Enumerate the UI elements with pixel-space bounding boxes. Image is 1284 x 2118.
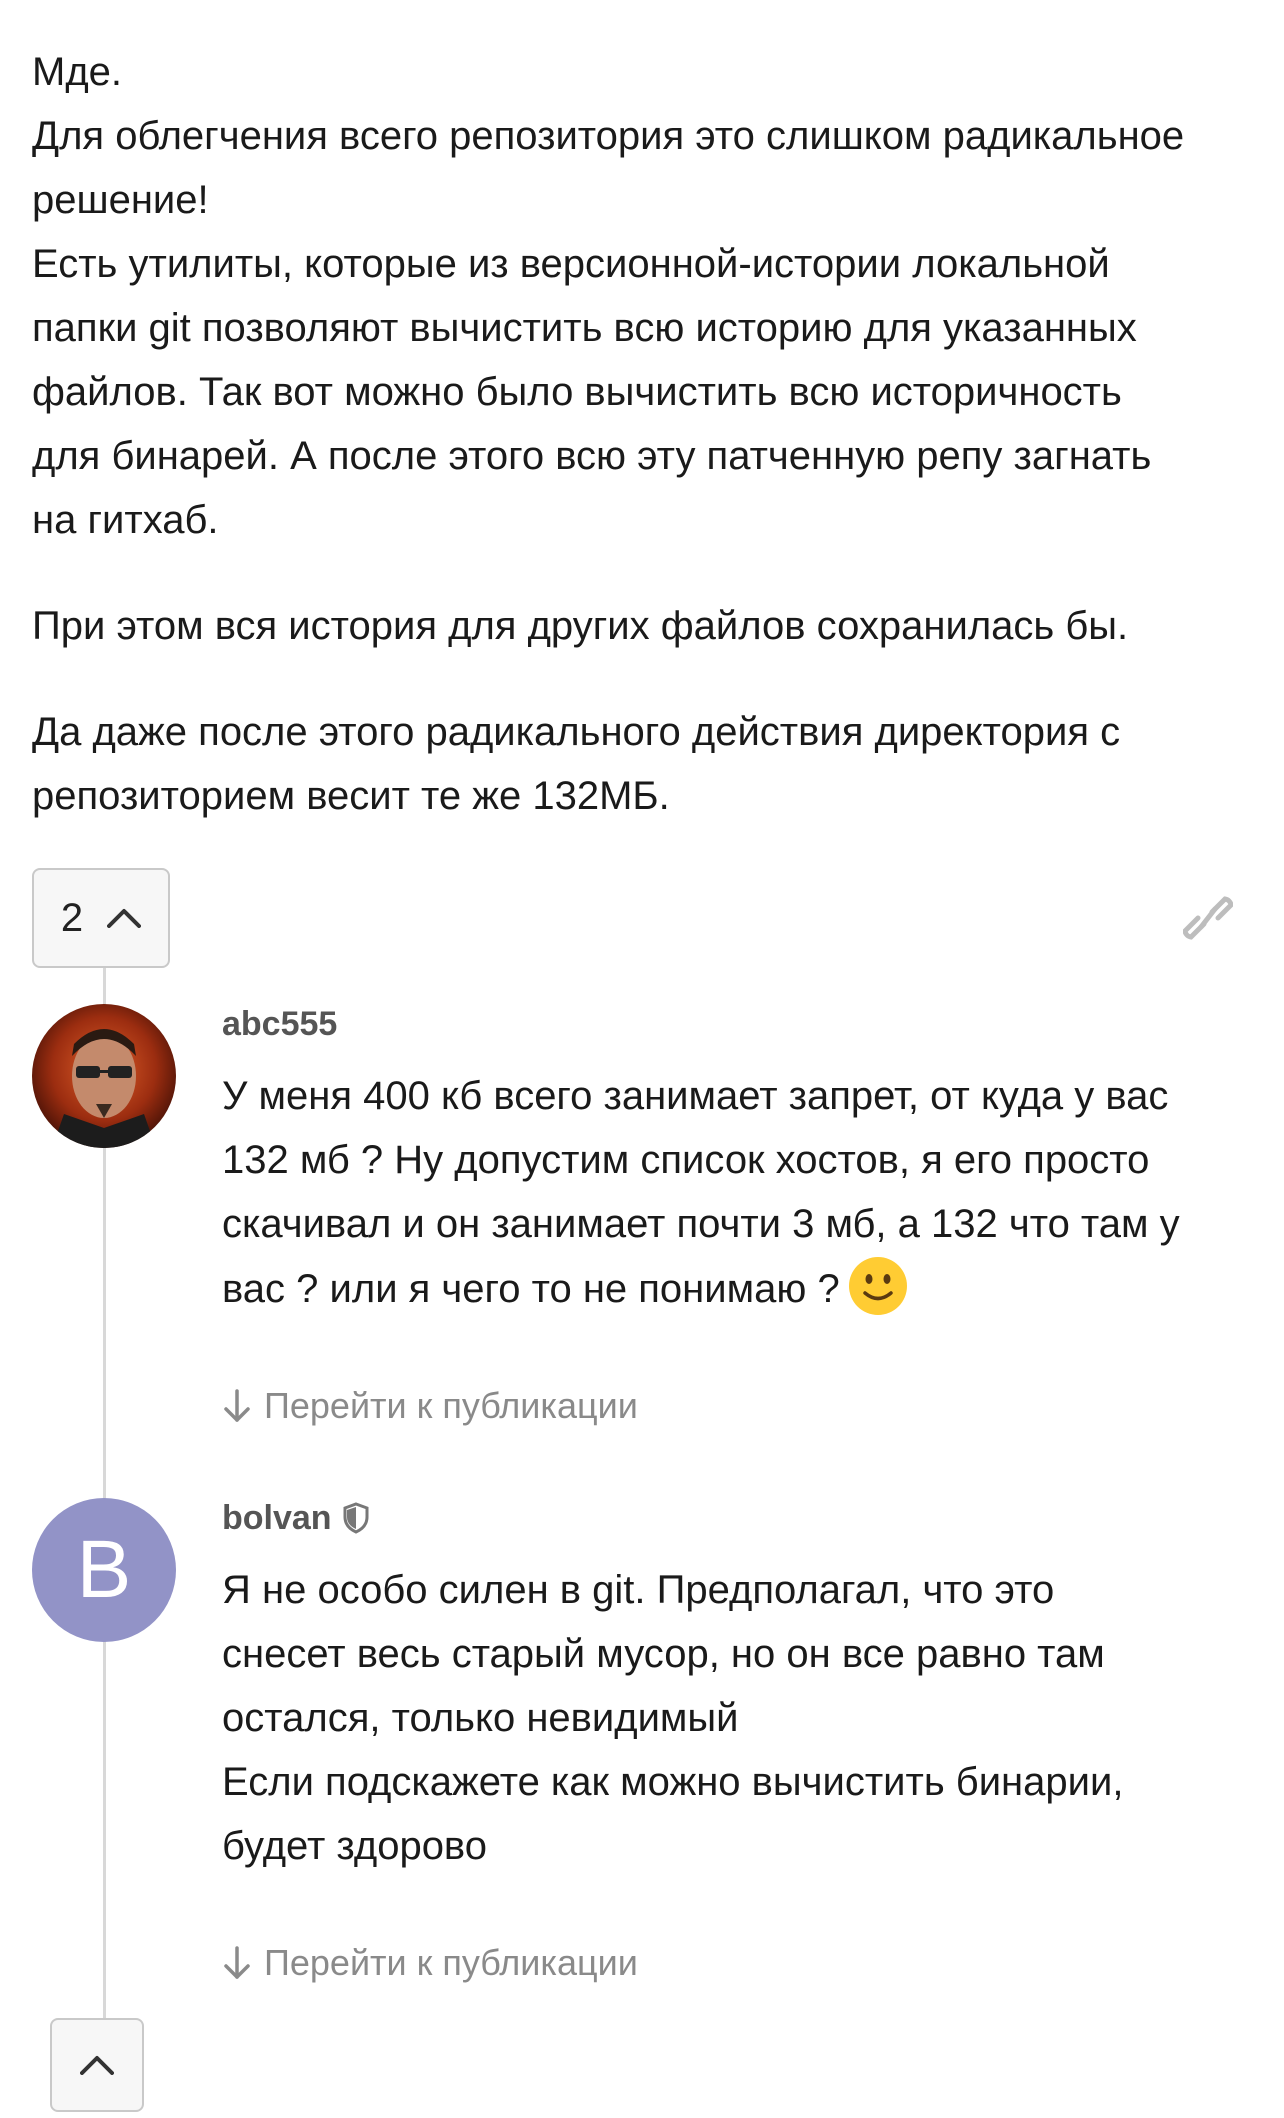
arrow-down-icon	[224, 1389, 250, 1422]
comment-line: скачивал и он занимает почти 3 мб, а 132…	[222, 1202, 1180, 1246]
chevron-up-icon	[80, 2056, 114, 2075]
chevron-up-icon	[107, 909, 142, 928]
comment-line: остался, только невидимый	[222, 1696, 739, 1740]
avatar[interactable]	[32, 1004, 176, 1148]
goto-publication-link[interactable]: Перейти к публикации	[222, 1942, 1272, 1984]
post-line: папки git позволяют вычистить всю истори…	[32, 306, 1137, 350]
comment-author[interactable]: bolvan	[222, 1494, 1272, 1542]
post-line: Да даже после этого радикального действи…	[32, 710, 1121, 754]
comment-line: Если подскажете как можно вычистить бина…	[222, 1760, 1124, 1804]
goto-publication-link[interactable]: Перейти к публикации	[222, 1385, 1272, 1427]
post-line: Есть утилиты, которые из версионной-исто…	[32, 242, 1110, 286]
comment-line-last: вас ? или я чего то не понимаю ?	[222, 1256, 1272, 1321]
post-paragraph: При этом вся история для других файлов с…	[32, 594, 1262, 658]
post-line: Для облегчения всего репозитория это сли…	[32, 114, 1185, 158]
comment-line: будет здорово	[222, 1824, 487, 1868]
vote-count: 2	[60, 895, 84, 940]
comment-author[interactable]: abc555	[222, 1000, 1272, 1048]
post-paragraph: Мде. Для облегчения всего репозитория эт…	[32, 40, 1262, 552]
goto-label: Перейти к публикации	[264, 1385, 638, 1426]
comment: abc555 У меня 400 кб всего занимает запр…	[222, 1000, 1272, 1427]
post-line: на гитхаб.	[32, 498, 219, 542]
comment-text: Я не особо силен в git. Предполагал, что…	[222, 1558, 1272, 1878]
character-portrait	[32, 1004, 176, 1148]
post-paragraph: Да даже после этого радикального действи…	[32, 700, 1262, 828]
avatar[interactable]: B	[32, 1498, 176, 1642]
link-icon[interactable]	[1183, 895, 1233, 941]
arrow-down-icon	[224, 1946, 250, 1979]
author-name: abc555	[222, 1004, 338, 1043]
goto-label: Перейти к публикации	[264, 1942, 638, 1983]
author-name: bolvan	[222, 1498, 332, 1537]
slightly-smiling-face-icon	[848, 1257, 907, 1315]
comment-line: вас ? или я чего то не понимаю ?	[222, 1267, 840, 1311]
post-line: репозиторием весит те же 132МБ.	[32, 774, 670, 818]
vote-button[interactable]: 2	[32, 868, 170, 968]
post-line: При этом вся история для других файлов с…	[32, 604, 1129, 648]
avatar-letter: B	[76, 1524, 132, 1615]
post-body: Мде. Для облегчения всего репозитория эт…	[32, 40, 1262, 870]
collapse-thread-button[interactable]	[50, 2018, 144, 2112]
comment-line: снесет весь старый мусор, но он все равн…	[222, 1632, 1105, 1676]
post-line: файлов. Так вот можно было вычистить всю…	[32, 370, 1122, 414]
shield-icon	[343, 1502, 369, 1534]
post-line: решение!	[32, 178, 209, 222]
comment-line: У меня 400 кб всего занимает запрет, от …	[222, 1074, 1169, 1118]
post-line: для бинарей. А после этого всю эту патче…	[32, 434, 1152, 478]
post-line: Мде.	[32, 50, 123, 94]
comment-line: 132 мб ? Ну допустим список хостов, я ег…	[222, 1138, 1150, 1182]
comment: bolvan Я не особо силен в git. Предполаг…	[222, 1494, 1272, 1984]
comment-line: Я не особо силен в git. Предполагал, что…	[222, 1568, 1055, 1612]
comment-text: У меня 400 кб всего занимает запрет, от …	[222, 1064, 1272, 1321]
